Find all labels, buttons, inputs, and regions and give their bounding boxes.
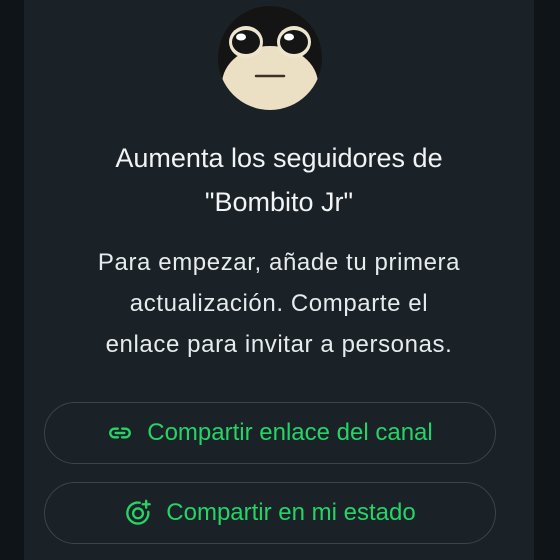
share-to-status-button[interactable]: Compartir en mi estado (44, 482, 496, 544)
description: Para empezar, añade tu primera actualiza… (24, 242, 534, 365)
description-line-3: enlace para invitar a personas. (105, 331, 453, 358)
status-add-icon (124, 499, 152, 527)
share-channel-link-button[interactable]: Compartir enlace del canal (44, 402, 496, 464)
share-channel-link-label: Compartir enlace del canal (147, 419, 433, 446)
page-title: Aumenta los seguidores de "Bombito Jr" (24, 136, 534, 224)
background-left (0, 0, 24, 560)
link-icon (107, 420, 133, 446)
title-line-2: "Bombito Jr" (204, 187, 354, 217)
plush-toy-avatar-icon (218, 6, 322, 110)
description-line-2: actualización. Comparte el (129, 290, 429, 317)
channel-avatar (218, 6, 322, 110)
title-line-1: Aumenta los seguidores de (115, 143, 443, 173)
description-line-1: Para empezar, añade tu primera (97, 249, 461, 276)
share-to-status-label: Compartir en mi estado (166, 499, 416, 526)
background-right (534, 0, 560, 560)
